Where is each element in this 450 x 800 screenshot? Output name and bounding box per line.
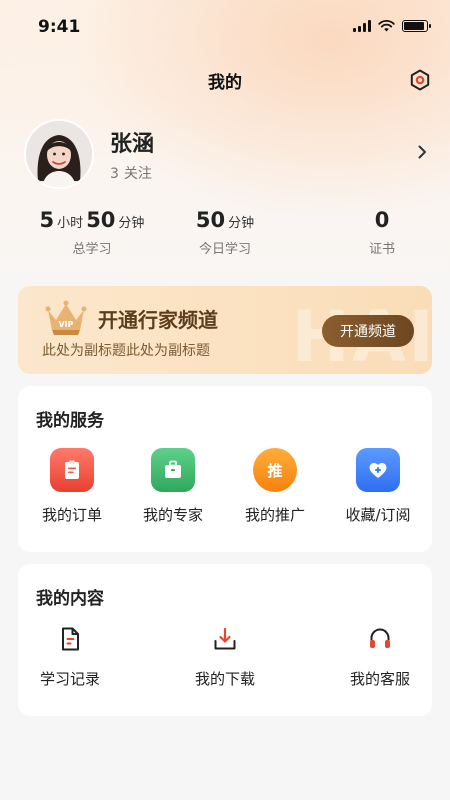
total-study-label: 总学习 (72, 242, 112, 257)
stat-total-study[interactable]: 5 小时 50 分钟 总学习 (32, 208, 152, 257)
headset-icon (365, 624, 395, 654)
service-favorites[interactable]: 收藏/订阅 (328, 448, 428, 525)
content-downloads[interactable]: 我的下载 (175, 624, 275, 689)
total-hours-unit: 小时 (57, 216, 84, 231)
vip-badge-text: VIP (58, 320, 73, 329)
follow-count[interactable]: 3 关注 (110, 163, 152, 183)
services-title: 我的服务 (36, 411, 104, 431)
today-study-label: 今日学习 (198, 242, 251, 257)
follow-count-value: 3 (110, 166, 119, 182)
service-orders-label: 我的订单 (41, 506, 102, 524)
briefcase-icon (151, 448, 195, 492)
service-orders[interactable]: 我的订单 (22, 448, 122, 525)
promote-icon: 推 (253, 448, 297, 492)
content-study-history[interactable]: 学习记录 (20, 624, 120, 689)
today-minutes: 50 (195, 208, 226, 232)
chevron-right-icon[interactable] (414, 144, 430, 160)
status-icons (353, 20, 431, 32)
avatar[interactable] (24, 119, 94, 189)
content-customer-service[interactable]: 我的客服 (330, 624, 430, 689)
clipboard-icon (50, 448, 94, 492)
service-experts-label: 我的专家 (142, 506, 203, 524)
status-bar: 9:41 (0, 0, 450, 56)
vip-crown-icon: VIP (45, 300, 87, 335)
heart-plus-icon (356, 448, 400, 492)
battery-icon (402, 20, 431, 32)
content-title: 我的内容 (36, 589, 104, 609)
stat-today-study[interactable]: 50 分钟 今日学习 (175, 208, 275, 257)
vip-banner[interactable]: HAI VIP 开通行家频道 此处为副标题此处为副标题 开通频道 (18, 286, 432, 374)
content-downloads-label: 我的下载 (194, 670, 255, 688)
signal-icon (353, 20, 371, 32)
service-favorites-label: 收藏/订阅 (345, 506, 411, 524)
service-promote[interactable]: 推 我的推广 (225, 448, 325, 525)
content-card: 我的内容 学习记录 我的下载 我的客服 (18, 564, 432, 716)
total-hours: 5 (39, 208, 55, 232)
document-icon (55, 624, 85, 654)
services-card: 我的服务 我的订单 我的专家 推 我的推广 收藏/订阅 (18, 386, 432, 552)
battery-level (404, 22, 424, 30)
download-icon (210, 624, 240, 654)
profile-name: 张涵 (110, 132, 155, 157)
vip-title: 开通行家频道 (98, 308, 218, 332)
follow-label: 关注 (123, 166, 152, 182)
content-study-history-label: 学习记录 (39, 670, 100, 688)
open-channel-button[interactable]: 开通频道 (322, 315, 414, 347)
page-title: 我的 (208, 73, 242, 93)
settings-hexagon-icon[interactable] (408, 68, 432, 92)
certificate-count: 0 (374, 208, 390, 232)
service-promote-label: 我的推广 (244, 506, 305, 524)
total-minutes-unit: 分钟 (118, 216, 145, 231)
status-time: 9:41 (38, 17, 81, 37)
today-minutes-unit: 分钟 (228, 216, 255, 231)
service-experts[interactable]: 我的专家 (123, 448, 223, 525)
content-customer-service-label: 我的客服 (349, 670, 410, 688)
wifi-icon (378, 20, 395, 32)
stat-certificates[interactable]: 0 证书 (352, 208, 412, 257)
certificate-label: 证书 (368, 242, 395, 257)
promote-icon-text: 推 (267, 461, 283, 480)
vip-subtitle: 此处为副标题此处为副标题 (42, 343, 210, 359)
avatar-portrait (26, 121, 92, 187)
total-minutes: 50 (86, 208, 116, 232)
